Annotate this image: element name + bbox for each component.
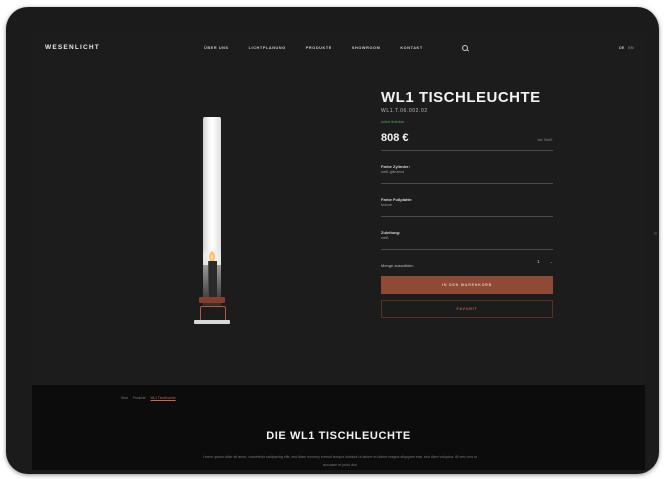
product-title: WL1 TISCHLEUCHTE <box>381 89 541 106</box>
add-to-cart-button[interactable]: IN DEN WARENKORB <box>381 276 553 294</box>
breadcrumb: Start Produkte WL1 Tischleuchte <box>121 396 176 400</box>
option-label: Zuleitung: <box>381 230 401 235</box>
option-base-color[interactable]: Farbe Fußplatte: bronze <box>381 184 553 217</box>
option-label: Farbe Fußplatte: <box>381 197 413 202</box>
product-image <box>190 117 240 327</box>
top-navigation: WESENLICHT ÜBER UNS LICHTPLANUNG PRODUKT… <box>32 33 645 65</box>
product-info: WL1 TISCHLEUCHTE WL1.T.06.002.02 sofort … <box>381 89 553 318</box>
lamp-stem <box>208 261 217 299</box>
option-value: weiß <box>381 236 389 240</box>
option-label: Farbe Zylinder: <box>381 164 410 169</box>
quantity-value: 1 <box>537 259 540 264</box>
option-cable[interactable]: Zuleitung: weiß <box>381 217 553 250</box>
quantity-select[interactable]: 1 ⌄ <box>537 259 553 264</box>
product-sku: WL1.T.06.002.02 <box>381 108 428 114</box>
nav-item-contact[interactable]: KONTAKT <box>400 46 422 50</box>
quantity-row: Menge auswählen 1 ⌄ <box>381 250 553 276</box>
product-price: 808 € <box>381 132 409 144</box>
breadcrumb-start[interactable]: Start <box>121 396 128 400</box>
description-section: Start Produkte WL1 Tischleuchte DIE WL1 … <box>32 385 645 470</box>
lamp-collar <box>199 297 225 303</box>
stock-status: sofort lieferbar <box>381 120 404 124</box>
tablet-frame: WESENLICHT ÜBER UNS LICHTPLANUNG PRODUKT… <box>6 7 659 474</box>
breadcrumb-products[interactable]: Produkte <box>133 396 146 400</box>
lamp-base-plate <box>194 320 230 324</box>
lang-de[interactable]: DE <box>619 46 624 50</box>
brand-logo[interactable]: WESENLICHT <box>45 44 100 51</box>
favorite-button[interactable]: FAVORIT <box>381 300 553 318</box>
option-value: bronze <box>381 203 392 207</box>
nav-item-lighting-planning[interactable]: LICHTPLANUNG <box>249 46 286 50</box>
screen: WESENLICHT ÜBER UNS LICHTPLANUNG PRODUKT… <box>32 33 645 470</box>
section-title: DIE WL1 TISCHLEUCHTE <box>266 430 411 442</box>
chevron-down-icon: ⌄ <box>549 259 553 264</box>
main-menu: ÜBER UNS LICHTPLANUNG PRODUKTE SHOWROOM … <box>204 46 423 50</box>
nav-item-about[interactable]: ÜBER UNS <box>204 46 229 50</box>
option-value: weiß glänzend <box>381 170 405 174</box>
search-icon[interactable] <box>462 45 468 51</box>
quantity-label: Menge auswählen <box>381 263 414 268</box>
option-cylinder-color[interactable]: Farbe Zylinder: weiß glänzend <box>381 151 553 184</box>
nav-item-showroom[interactable]: SHOWROOM <box>352 46 380 50</box>
nav-item-products[interactable]: PRODUKTE <box>306 46 332 50</box>
section-text: Lorem ipsum dolor sit amet, consetetur s… <box>202 455 478 467</box>
price-row: 808 € inkl. MwSt. <box>381 130 553 151</box>
lamp-cylinder <box>203 117 221 265</box>
camera-dot <box>654 232 657 235</box>
breadcrumb-current[interactable]: WL1 Tischleuchte <box>151 396 176 400</box>
lang-en[interactable]: EN <box>628 46 633 50</box>
candle-flame <box>209 251 215 261</box>
tax-note: inkl. MwSt. <box>537 138 553 142</box>
language-switch: DE EN <box>619 46 634 50</box>
